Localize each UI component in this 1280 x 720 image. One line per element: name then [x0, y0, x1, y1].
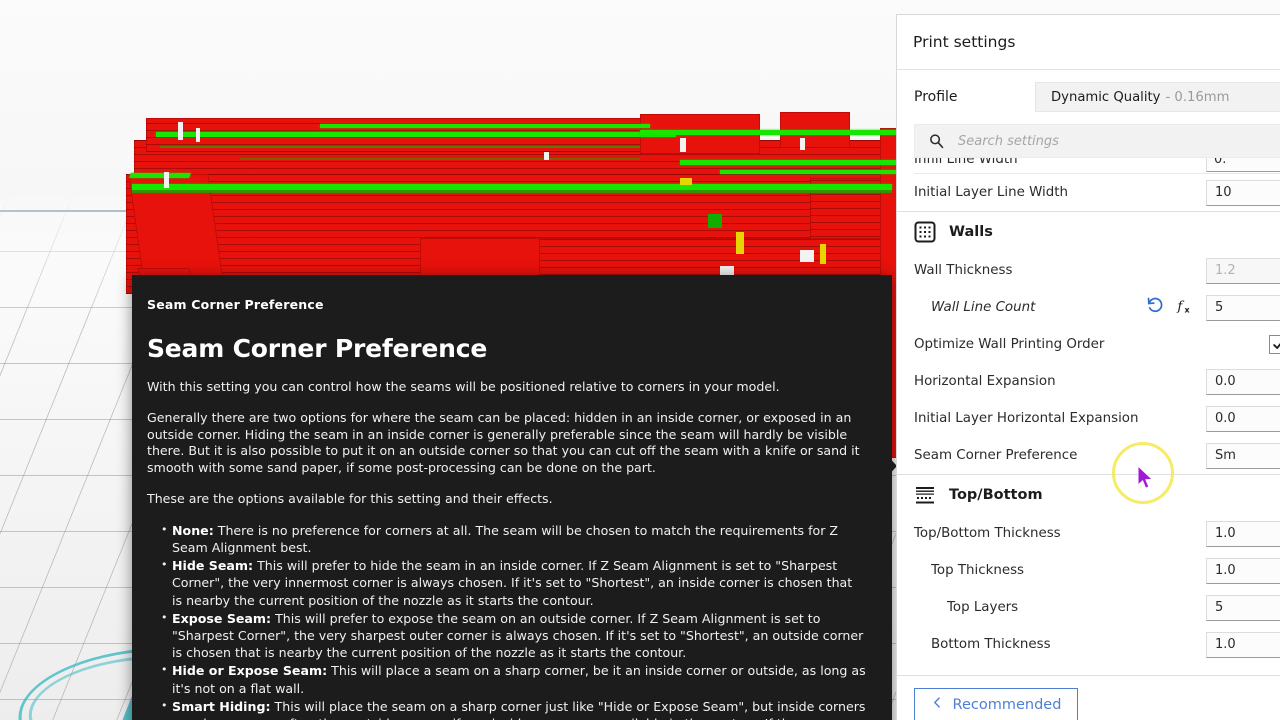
category-header-top-bottom[interactable]: Top/Bottom — [897, 474, 1280, 515]
tooltip-option-list: None: There is no preference for corners… — [161, 521, 866, 720]
list-item: Smart Hiding: This will place the seam o… — [161, 697, 866, 720]
list-item: Expose Seam: This will prefer to expose … — [161, 609, 866, 662]
setting-row-top-layers[interactable]: Top Layers 5 — [914, 589, 1280, 626]
setting-row-top-thickness[interactable]: Top Thickness 1.0 — [914, 552, 1280, 589]
tooltip-paragraph-2: Generally there are two options for wher… — [147, 409, 860, 476]
walls-icon — [914, 221, 936, 243]
list-item: Hide or Expose Seam: This will place a s… — [161, 661, 866, 696]
recommended-button[interactable]: Recommended — [914, 687, 1078, 720]
profile-layer-height: - 0.16mm — [1165, 89, 1230, 105]
profile-dropdown[interactable]: Dynamic Quality - 0.16mm — [1035, 82, 1280, 112]
setting-label: Wall Thickness — [914, 263, 1013, 278]
setting-value-field[interactable]: 1.0 — [1206, 520, 1280, 547]
setting-row-seam-corner-preference[interactable]: Seam Corner Preference Sm — [914, 437, 1280, 474]
app-window: Seam Corner Preference Seam Corner Prefe… — [0, 0, 1280, 720]
setting-label: Seam Corner Preference — [914, 448, 1078, 463]
setting-label: Wall Line Count — [931, 300, 1036, 315]
setting-label: Initial Layer Line Width — [914, 185, 1068, 200]
setting-value-field[interactable]: 10 — [1206, 179, 1280, 206]
option-text: This will prefer to expose the seam on a… — [172, 610, 864, 661]
setting-description-tooltip: Seam Corner Preference Seam Corner Prefe… — [132, 275, 892, 720]
search-bar[interactable]: Search settings — [914, 124, 1280, 158]
category-header-walls[interactable]: Walls — [897, 211, 1280, 252]
search-input-placeholder[interactable]: Search settings — [958, 134, 1059, 149]
setting-value-field[interactable]: 0.0 — [1206, 405, 1280, 432]
setting-label: Bottom Thickness — [931, 637, 1051, 652]
profile-row: Profile Dynamic Quality - 0.16mm — [897, 70, 1280, 124]
setting-row-icons: f x — [1146, 296, 1194, 319]
option-text: This will place the seam on a sharp corn… — [172, 698, 866, 720]
setting-value-field[interactable]: 5 — [1206, 294, 1280, 321]
setting-label: Top Layers — [947, 600, 1019, 615]
setting-label: Top/Bottom Thickness — [914, 526, 1061, 541]
option-term: Expose Seam: — [172, 610, 272, 626]
tooltip-paragraph-3: These are the options available for this… — [147, 490, 553, 506]
setting-value-field[interactable]: 1.0 — [1206, 557, 1280, 584]
top-bottom-icon — [914, 484, 936, 506]
setting-row-initial-layer-horizontal-expansion[interactable]: Initial Layer Horizontal Expansion 0.0 — [914, 400, 1280, 437]
tooltip-title: Seam Corner Preference — [147, 334, 488, 363]
setting-row-optimize-wall-printing-order[interactable]: Optimize Wall Printing Order — [914, 326, 1280, 363]
category-label: Walls — [949, 224, 993, 240]
tooltip-kicker: Seam Corner Preference — [147, 297, 324, 312]
page-title: Print settings — [913, 33, 1016, 51]
setting-row-bottom-thickness[interactable]: Bottom Thickness 1.0 — [914, 626, 1280, 663]
setting-label: Top Thickness — [931, 563, 1025, 578]
svg-text:x: x — [1185, 306, 1190, 315]
tooltip-paragraph-1: With this setting you can control how th… — [147, 379, 780, 394]
print-settings-panel: Print settings Profile Dynamic Quality -… — [896, 14, 1280, 720]
option-term: None: — [172, 522, 214, 538]
list-item: None: There is no preference for corners… — [161, 521, 866, 556]
option-term: Hide Seam: — [172, 558, 254, 574]
panel-footer: Recommended — [897, 675, 1280, 720]
setting-value-field[interactable]: 1.0 — [1206, 631, 1280, 658]
setting-row-wall-line-count[interactable]: Wall Line Count f x 5 — [914, 289, 1280, 326]
setting-checkbox[interactable] — [1269, 335, 1280, 354]
chevron-left-icon — [931, 696, 944, 713]
setting-row-wall-thickness[interactable]: Wall Thickness 1.2 — [914, 252, 1280, 289]
profile-quality-name: Dynamic Quality — [1051, 89, 1161, 105]
setting-row-horizontal-expansion[interactable]: Horizontal Expansion 0.0 — [914, 363, 1280, 400]
setting-value-field[interactable]: 0.0 — [1206, 368, 1280, 395]
option-term: Hide or Expose Seam: — [172, 663, 328, 679]
search-icon — [928, 133, 945, 150]
panel-header: Print settings — [897, 15, 1280, 70]
setting-value-field[interactable]: 1.2 — [1206, 257, 1280, 284]
svg-text:f: f — [1176, 299, 1184, 314]
setting-row-top-bottom-thickness[interactable]: Top/Bottom Thickness 1.0 — [914, 515, 1280, 552]
option-text: This will prefer to hide the seam in an … — [172, 558, 853, 608]
setting-row-clipped[interactable]: Infill Line Width 0. — [914, 158, 1280, 174]
list-item: Hide Seam: This will prefer to hide the … — [161, 556, 866, 609]
profile-label: Profile — [914, 89, 958, 105]
formula-icon[interactable]: f x — [1175, 296, 1194, 319]
setting-value[interactable]: 0. — [1206, 158, 1280, 172]
revert-icon[interactable] — [1146, 296, 1165, 319]
setting-label: Infill Line Width — [914, 158, 1018, 167]
option-term: Smart Hiding: — [172, 698, 271, 714]
setting-value-field[interactable]: 5 — [1206, 594, 1280, 621]
setting-row-initial-layer-line-width[interactable]: Initial Layer Line Width 10 — [914, 174, 1280, 211]
setting-label: Initial Layer Horizontal Expansion — [914, 411, 1139, 426]
option-text: There is no preference for corners at al… — [172, 522, 839, 555]
search-wrapper: Search settings — [897, 124, 1280, 158]
setting-value-field[interactable]: Sm — [1206, 442, 1280, 469]
category-label: Top/Bottom — [949, 487, 1043, 503]
setting-label: Optimize Wall Printing Order — [914, 337, 1105, 352]
setting-label: Horizontal Expansion — [914, 374, 1056, 389]
settings-list[interactable]: Infill Line Width 0. Initial Layer Line … — [897, 158, 1280, 675]
recommended-button-label: Recommended — [952, 696, 1062, 713]
